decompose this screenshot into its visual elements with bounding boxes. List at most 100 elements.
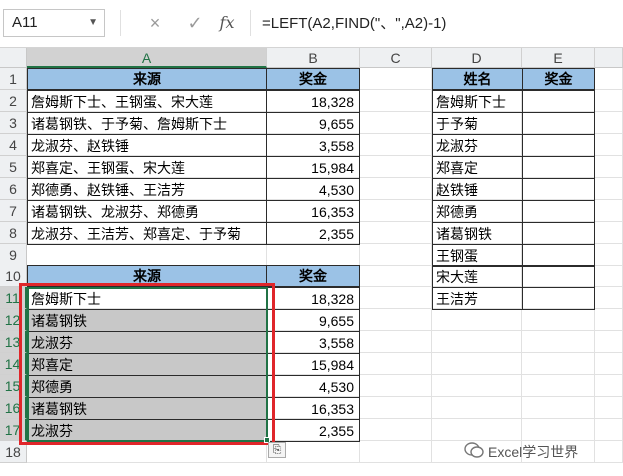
empty-cell[interactable] (360, 309, 432, 331)
empty-cell[interactable] (360, 178, 432, 200)
table1-source-cell[interactable]: 郑德勇、赵铁锤、王洁芳 (27, 178, 267, 201)
table2-bonus-cell[interactable]: 9,655 (266, 309, 360, 332)
table3-name-cell[interactable]: 诸葛钢铁 (432, 222, 523, 245)
table1-bonus-cell[interactable]: 4,530 (266, 178, 360, 201)
empty-cell[interactable] (595, 441, 623, 463)
table3-header-bonus[interactable]: 奖金 (522, 68, 595, 90)
table2-bonus-cell[interactable]: 16,353 (266, 397, 360, 420)
table3-bonus-cell[interactable] (522, 222, 595, 245)
row-header-6[interactable]: 6 (0, 178, 27, 200)
empty-cell[interactable] (360, 90, 432, 112)
table3-bonus-cell[interactable] (522, 265, 595, 288)
select-all-button[interactable] (0, 48, 27, 68)
empty-cell[interactable] (595, 90, 623, 112)
table3-bonus-cell[interactable] (522, 200, 595, 223)
table3-name-cell[interactable]: 郑德勇 (432, 200, 523, 223)
table3-bonus-cell[interactable] (522, 287, 595, 310)
empty-cell[interactable] (595, 419, 623, 441)
empty-cell[interactable] (27, 244, 267, 266)
column-header-a[interactable]: A (27, 48, 267, 68)
column-header-d[interactable]: D (432, 48, 522, 68)
empty-cell[interactable] (522, 397, 595, 419)
empty-cell[interactable] (360, 375, 432, 397)
table3-header-name[interactable]: 姓名 (432, 68, 523, 90)
table3-name-cell[interactable]: 龙淑芬 (432, 134, 523, 157)
table3-name-cell[interactable]: 詹姆斯下士 (432, 90, 523, 113)
table3-bonus-cell[interactable] (522, 90, 595, 113)
table1-bonus-cell[interactable]: 2,355 (266, 222, 360, 245)
empty-cell[interactable] (522, 353, 595, 375)
cancel-icon[interactable]: × (144, 12, 166, 34)
table2-bonus-cell[interactable]: 2,355 (266, 419, 360, 442)
empty-cell[interactable] (432, 397, 522, 419)
row-header-2[interactable]: 2 (0, 90, 27, 112)
insert-function-icon[interactable]: fx (216, 12, 238, 34)
empty-cell[interactable] (360, 353, 432, 375)
row-header-1[interactable]: 1 (0, 68, 27, 90)
table1-source-cell[interactable]: 詹姆斯下士、王钢蛋、宋大莲 (27, 90, 267, 113)
empty-cell[interactable] (522, 309, 595, 331)
name-box[interactable]: A11 ▼ (3, 9, 105, 37)
table3-bonus-cell[interactable] (522, 112, 595, 135)
empty-cell[interactable] (595, 68, 623, 90)
empty-cell[interactable] (360, 156, 432, 178)
row-header-5[interactable]: 5 (0, 156, 27, 178)
empty-cell[interactable] (595, 287, 623, 309)
empty-cell[interactable] (595, 200, 623, 222)
empty-cell[interactable] (360, 331, 432, 353)
table1-source-cell[interactable]: 诸葛钢铁、于予菊、詹姆斯下士 (27, 112, 267, 135)
table1-source-cell[interactable]: 龙淑芬、王洁芳、郑喜定、于予菊 (27, 222, 267, 245)
empty-cell[interactable] (360, 134, 432, 156)
empty-cell[interactable] (360, 244, 432, 266)
table3-name-cell[interactable]: 郑喜定 (432, 156, 523, 179)
empty-cell[interactable] (595, 265, 623, 287)
table3-bonus-cell[interactable] (522, 178, 595, 201)
empty-cell[interactable] (432, 375, 522, 397)
empty-cell[interactable] (595, 331, 623, 353)
table1-source-cell[interactable]: 龙淑芬、赵铁锤 (27, 134, 267, 157)
empty-cell[interactable] (267, 244, 360, 266)
row-header-4[interactable]: 4 (0, 134, 27, 156)
column-header-f[interactable] (595, 48, 623, 68)
paste-options-icon[interactable]: ⎘ (268, 442, 286, 458)
table1-bonus-cell[interactable]: 16,353 (266, 200, 360, 223)
empty-cell[interactable] (595, 375, 623, 397)
table1-source-cell[interactable]: 郑喜定、王钢蛋、宋大莲 (27, 156, 267, 179)
empty-cell[interactable] (595, 353, 623, 375)
table1-bonus-cell[interactable]: 15,984 (266, 156, 360, 179)
table3-name-cell[interactable]: 王钢蛋 (432, 244, 523, 267)
empty-cell[interactable] (522, 375, 595, 397)
table2-bonus-cell[interactable]: 3,558 (266, 331, 360, 354)
empty-cell[interactable] (595, 397, 623, 419)
row-header-7[interactable]: 7 (0, 200, 27, 222)
empty-cell[interactable] (360, 200, 432, 222)
empty-cell[interactable] (522, 419, 595, 441)
enter-icon[interactable]: ✓ (184, 12, 206, 34)
empty-cell[interactable] (595, 244, 623, 266)
row-header-8[interactable]: 8 (0, 222, 27, 244)
table3-bonus-cell[interactable] (522, 134, 595, 157)
table2-bonus-cell[interactable]: 4,530 (266, 375, 360, 398)
table2-header-bonus[interactable]: 奖金 (266, 265, 360, 287)
table3-name-cell[interactable]: 王洁芳 (432, 287, 523, 310)
formula-input[interactable]: =LEFT(A2,FIND("、",A2)-1) (262, 12, 446, 36)
table3-name-cell[interactable]: 宋大莲 (432, 265, 523, 288)
empty-cell[interactable] (360, 68, 432, 90)
table2-bonus-cell[interactable]: 18,328 (266, 287, 360, 310)
column-header-b[interactable]: B (267, 48, 360, 68)
column-header-e[interactable]: E (522, 48, 595, 68)
empty-cell[interactable] (432, 353, 522, 375)
empty-cell[interactable] (360, 287, 432, 309)
table3-bonus-cell[interactable] (522, 156, 595, 179)
table1-source-cell[interactable]: 诸葛钢铁、龙淑芬、郑德勇 (27, 200, 267, 223)
empty-cell[interactable] (360, 112, 432, 134)
row-header-9[interactable]: 9 (0, 244, 27, 266)
empty-cell[interactable] (432, 419, 522, 441)
empty-cell[interactable] (595, 222, 623, 244)
empty-cell[interactable] (595, 156, 623, 178)
table3-name-cell[interactable]: 于予菊 (432, 112, 523, 135)
table1-bonus-cell[interactable]: 3,558 (266, 134, 360, 157)
empty-cell[interactable] (432, 309, 522, 331)
table1-bonus-cell[interactable]: 18,328 (266, 90, 360, 113)
empty-cell[interactable] (595, 112, 623, 134)
